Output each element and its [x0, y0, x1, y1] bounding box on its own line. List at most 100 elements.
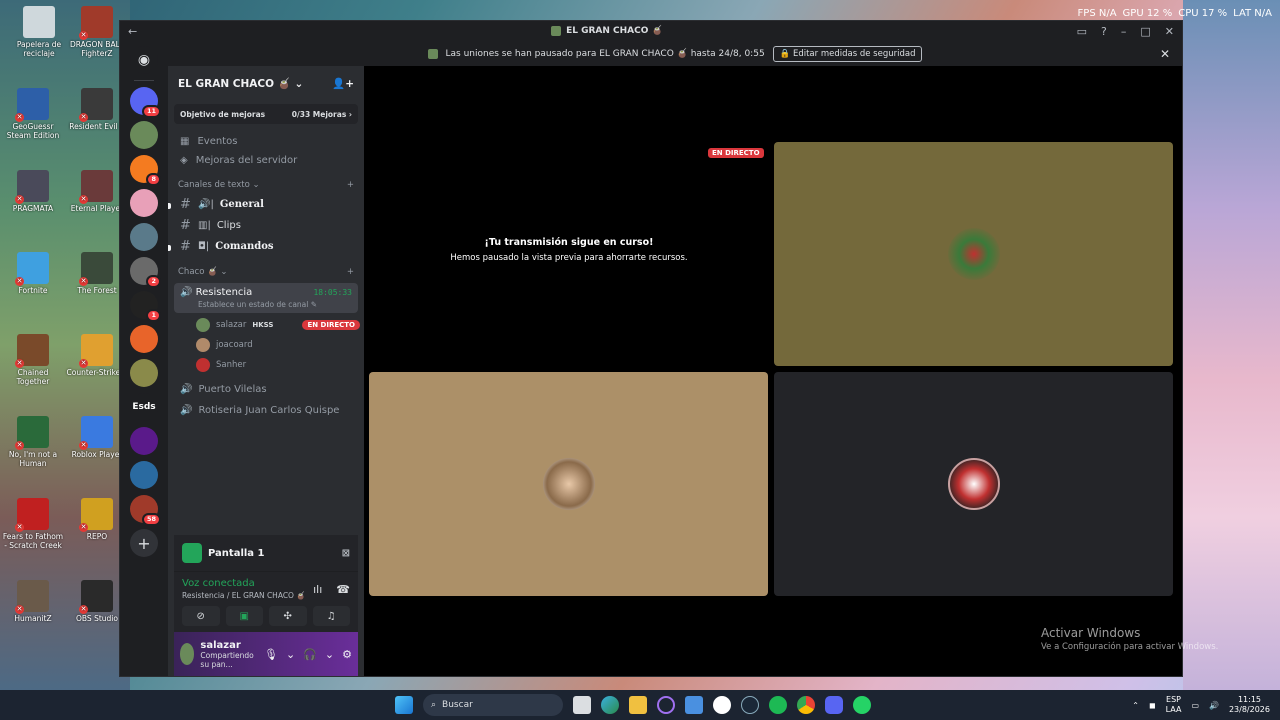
desktop-icon-label: No, I'm not a Human — [8, 450, 58, 468]
spotify-icon[interactable] — [769, 696, 787, 714]
chevron-down-icon[interactable]: ⌄ — [286, 648, 295, 661]
video-tile-salazar[interactable] — [774, 142, 1173, 366]
soundboard-button[interactable]: ♫ — [312, 606, 350, 626]
set-status-link[interactable]: Establece un estado de canal ✎ — [198, 300, 352, 309]
language-indicator[interactable]: ESP LAA — [1166, 695, 1182, 715]
teams-icon[interactable]: ◼ — [1149, 701, 1156, 710]
steam-icon[interactable] — [741, 696, 759, 714]
channel-comandos[interactable]: # ◘| Comandos — [168, 236, 364, 257]
voice-status[interactable]: Voz conectada — [182, 578, 306, 589]
paused-title: ¡Tu transmisión sigue en curso! — [484, 237, 654, 248]
voice-channel-resistencia[interactable]: 🔊 Resistencia 18:05:33 Establece un esta… — [174, 283, 358, 313]
desktop-icon[interactable]: ✕ Fortnite — [2, 252, 64, 295]
boost-goal[interactable]: Objetivo de mejoras 0/33 Mejoras › — [174, 104, 358, 124]
stop-stream-icon[interactable]: ⊠ — [342, 548, 350, 559]
file-explorer-icon[interactable] — [629, 696, 647, 714]
server-icon[interactable] — [130, 427, 158, 455]
edge-icon[interactable] — [601, 696, 619, 714]
desktop-icon[interactable]: ✕ Chained Together — [2, 334, 64, 386]
guild-icons: 11 8 2 1 Esds 58 — [130, 87, 161, 526]
store-icon[interactable] — [685, 696, 703, 714]
task-view-icon[interactable] — [573, 696, 591, 714]
server-icon[interactable] — [130, 121, 158, 149]
discord-home-icon[interactable]: ◉ — [130, 46, 158, 74]
server-icon[interactable]: 1 — [130, 291, 161, 322]
close-button[interactable]: ✕ — [1165, 25, 1174, 38]
activities-button[interactable]: ✣ — [269, 606, 307, 626]
chrome-icon[interactable] — [797, 696, 815, 714]
video-tile-joacoard[interactable] — [369, 372, 768, 596]
voice-category-label: Chaco — [178, 267, 205, 277]
server-icon[interactable]: 58 — [130, 495, 161, 526]
server-tag: HKSS — [252, 321, 274, 329]
server-header[interactable]: EL GRAN CHACO 🧉 ⌄ 👤+ — [168, 66, 364, 100]
channel-general[interactable]: # 🔊| General — [168, 194, 364, 215]
voice-channel-rotiseria[interactable]: 🔊 Rotiseria Juan Carlos Quispe — [168, 402, 364, 419]
app-icon: ✕ — [15, 88, 49, 122]
video-tile-sanher[interactable] — [774, 372, 1173, 596]
discord-taskbar-icon[interactable] — [825, 696, 843, 714]
desktop-icon[interactable]: ✕ GeoGuessr Steam Edition — [2, 88, 64, 140]
live-badge: EN DIRECTO — [302, 320, 360, 330]
disconnect-icon[interactable]: ☎ — [336, 583, 350, 596]
whatsapp-icon[interactable] — [853, 696, 871, 714]
server-icon[interactable] — [130, 325, 158, 353]
camera-off-button[interactable]: ⊘ — [182, 606, 220, 626]
desktop-icon[interactable]: ✕ Fears to Fathom - Scratch Creek — [2, 498, 64, 550]
help-icon[interactable]: ? — [1101, 25, 1107, 38]
noise-suppression-icon[interactable]: ılı — [313, 583, 322, 596]
edit-security-button[interactable]: 🔒 Editar medidas de seguridad — [772, 46, 923, 62]
back-arrow-icon[interactable]: ← — [128, 25, 137, 38]
maximize-button[interactable]: □ — [1140, 25, 1150, 38]
volume-icon[interactable]: 🔊 — [1209, 701, 1219, 710]
server-icon[interactable]: Esds — [130, 393, 158, 421]
stop-screen-share-button[interactable]: ▣ — [225, 606, 263, 626]
github-icon[interactable] — [713, 696, 731, 714]
server-icon[interactable] — [130, 189, 158, 217]
desktop-icon[interactable]: ✕ PRAGMATA — [2, 170, 64, 213]
voice-user[interactable]: Sanher — [168, 355, 364, 375]
voice-channel-puerto-vilelas[interactable]: 🔊 Puerto Vilelas — [168, 381, 364, 398]
avatar[interactable] — [180, 643, 195, 665]
text-category[interactable]: Canales de texto ⌄ + — [168, 170, 364, 194]
desktop-icon[interactable]: ✕ HumanitZ — [2, 580, 64, 623]
server-icon[interactable] — [130, 223, 158, 251]
desktop-icon[interactable]: Papelera de reciclaje — [8, 6, 70, 58]
clock[interactable]: 11:15 23/8/2026 — [1229, 695, 1270, 715]
gear-icon[interactable]: ⚙ — [342, 648, 352, 661]
stream-paused-notice[interactable]: ¡Tu transmisión sigue en curso! Hemos pa… — [370, 142, 768, 366]
voice-channel-label: Rotiseria Juan Carlos Quispe — [198, 405, 340, 416]
chevron-down-icon[interactable]: ⌄ — [325, 648, 334, 661]
boosts-link[interactable]: ◈ Mejoras del servidor — [168, 151, 364, 170]
minimize-button[interactable]: – — [1121, 25, 1127, 38]
events-link[interactable]: ▦ Eventos — [168, 132, 364, 151]
server-icon[interactable]: 8 — [130, 155, 161, 186]
invite-people-icon[interactable]: 👤+ — [332, 77, 354, 90]
notice-close-icon[interactable]: ✕ — [1160, 47, 1170, 61]
add-channel-icon[interactable]: + — [347, 180, 354, 190]
inbox-icon[interactable]: ▭ — [1077, 25, 1087, 38]
desktop-icon[interactable]: ✕ No, I'm not a Human — [2, 416, 64, 468]
broken-shortcut-icon: ✕ — [79, 605, 88, 614]
voice-category[interactable]: Chaco 🧉 ⌄ + — [168, 257, 364, 281]
windows-start-icon[interactable] — [395, 696, 413, 714]
cortana-icon[interactable] — [657, 696, 675, 714]
add-channel-icon[interactable]: + — [347, 267, 354, 277]
broken-shortcut-icon: ✕ — [79, 523, 88, 532]
chevron-up-icon[interactable]: ⌃ — [1132, 701, 1139, 710]
voice-user[interactable]: salazar HKSS EN DIRECTO — [168, 315, 364, 335]
add-server-button[interactable]: + — [130, 529, 158, 557]
system-tray: ⌃ ◼ ESP LAA ▭ 🔊 11:15 23/8/2026 — [1132, 690, 1270, 720]
server-icon[interactable]: 2 — [130, 257, 161, 288]
server-icon[interactable] — [130, 359, 158, 387]
voice-user[interactable]: joacoard — [168, 335, 364, 355]
network-icon[interactable]: ▭ — [1191, 701, 1199, 710]
server-icon[interactable]: 11 — [130, 87, 161, 118]
voice-location[interactable]: Resistencia / EL GRAN CHACO 🧉 — [182, 591, 306, 600]
desktop-icon-label: GeoGuessr Steam Edition — [6, 122, 60, 140]
server-icon[interactable] — [130, 461, 158, 489]
channel-clips[interactable]: # ▥| Clips — [168, 215, 364, 236]
microphone-icon[interactable]: 🎙 — [264, 648, 278, 661]
headphones-icon[interactable]: 🎧 — [303, 648, 317, 661]
search-box[interactable]: ⌕ Buscar — [423, 694, 563, 716]
